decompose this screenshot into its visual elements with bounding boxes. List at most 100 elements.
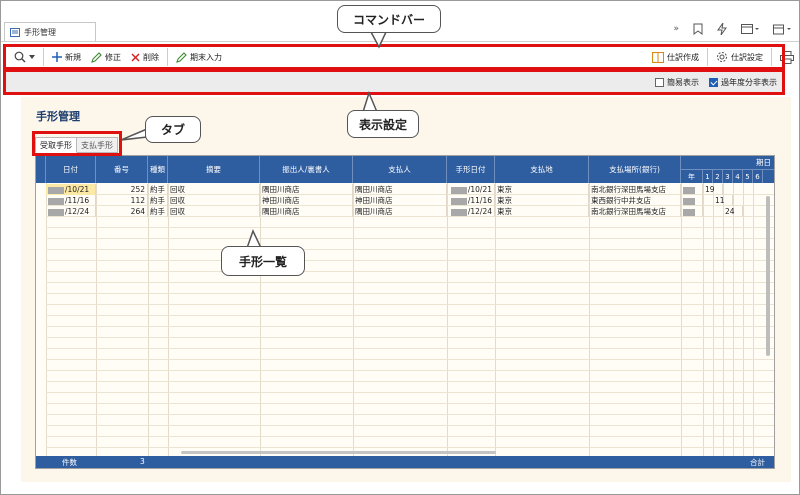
bookmark-icon[interactable] xyxy=(693,23,703,35)
cell-date: /11/16 xyxy=(46,195,96,206)
col-due-3: 3 xyxy=(723,170,733,183)
tab-receivable-bills[interactable]: 受取手形 xyxy=(35,137,77,153)
bill-list-table: 日付 番号 種類 摘要 振出人/裏書人 支払人 手形日付 支払地 支払場所(銀行… xyxy=(35,155,775,469)
col-due-4: 4 xyxy=(733,170,743,183)
col-due-2: 2 xyxy=(713,170,723,183)
delete-label: 削除 xyxy=(143,52,159,62)
masked-year xyxy=(683,197,695,205)
window-tools: » xyxy=(673,23,791,35)
cell-pay-location: 東西銀行中井支店 xyxy=(589,195,681,206)
tab-payable-bills[interactable]: 支払手形 xyxy=(77,137,118,153)
command-bar: 新規 修正 削除 期末入力 仕訳作成 仕訳設定 xyxy=(1,45,799,69)
print-button[interactable] xyxy=(775,47,799,67)
cell-due-year xyxy=(681,184,703,195)
edit-button[interactable]: 修正 xyxy=(86,47,126,67)
journal-create-label: 仕訳作成 xyxy=(667,52,699,62)
hide-past-years-checkbox[interactable]: 過年度分非表示 xyxy=(709,77,777,88)
cell-pay-place: 東京 xyxy=(495,195,589,206)
cell-bill-date: /10/21 xyxy=(447,184,495,195)
toolbar-separator xyxy=(707,48,708,66)
toolbar-separator xyxy=(43,48,44,66)
cell-number: 252 xyxy=(96,184,148,195)
toolbar-separator xyxy=(167,48,168,66)
simple-display-label: 簡易表示 xyxy=(667,77,699,87)
close-icon xyxy=(131,53,140,62)
cell-date-text: /11/16 xyxy=(65,196,90,205)
cell-summary: 回収 xyxy=(168,195,260,206)
cell-due-day: 24 xyxy=(723,206,743,217)
col-payer[interactable]: 支払人 xyxy=(353,156,447,183)
masked-year xyxy=(683,208,695,216)
delete-button[interactable]: 削除 xyxy=(126,47,164,67)
col-pay-location[interactable]: 支払場所(銀行) xyxy=(589,156,681,183)
cell-kind: 約手 xyxy=(148,184,168,195)
journal-settings-button[interactable]: 仕訳設定 xyxy=(711,47,768,67)
title-divider xyxy=(1,41,799,42)
calendar-icon[interactable] xyxy=(773,24,791,35)
pencil-icon xyxy=(176,51,187,63)
tab-strip: 受取手形 支払手形 xyxy=(35,137,118,153)
col-bill-date[interactable]: 手形日付 xyxy=(447,156,495,183)
cell-due-day: 19 xyxy=(703,184,723,195)
col-due[interactable]: 期日 xyxy=(681,156,774,170)
horizontal-scrollbar[interactable] xyxy=(181,451,496,454)
simple-display-box[interactable] xyxy=(655,77,664,87)
vertical-scrollbar[interactable] xyxy=(766,196,770,356)
cell-kind: 約手 xyxy=(148,195,168,206)
masked-year xyxy=(450,208,467,216)
col-kind[interactable]: 種類 xyxy=(148,156,168,183)
new-label: 新規 xyxy=(65,52,81,62)
count-label: 件数 xyxy=(62,458,77,467)
col-due-1: 1 xyxy=(703,170,713,183)
table-row[interactable]: /11/16 112 約手 回収 神田川商店 神田川商店 /11/16 東京 東… xyxy=(36,195,774,206)
new-button[interactable]: 新規 xyxy=(47,47,86,67)
page-title: 手形管理 xyxy=(36,110,80,123)
cell-due-year xyxy=(681,206,703,217)
lightning-icon[interactable] xyxy=(717,23,727,35)
period-end-button[interactable]: 期末入力 xyxy=(171,47,227,67)
table-row[interactable]: /12/24 264 約手 回収 隅田川商店 隅田川商店 /12/24 東京 南… xyxy=(36,206,774,217)
col-due-6: 6 xyxy=(753,170,763,183)
window-tab[interactable]: 手形管理 xyxy=(4,22,96,42)
window-tab-title: 手形管理 xyxy=(24,28,56,37)
cell-bill-date-text: /12/24 xyxy=(467,207,492,216)
callout-display-settings: 表示設定 xyxy=(347,110,419,138)
col-number[interactable]: 番号 xyxy=(96,156,148,183)
callout-command-bar: コマンドバー xyxy=(337,5,441,33)
cell-due-year xyxy=(681,195,703,206)
period-end-label: 期末入力 xyxy=(190,52,222,62)
list-icon xyxy=(10,28,20,37)
journal-create-button[interactable]: 仕訳作成 xyxy=(647,47,704,67)
cell-date: /10/21 xyxy=(46,184,96,195)
book-icon xyxy=(652,51,664,63)
simple-display-checkbox[interactable]: 簡易表示 xyxy=(655,77,699,88)
display-settings-bar: 簡易表示 過年度分非表示 xyxy=(3,71,785,93)
window-layout-icon[interactable] xyxy=(741,23,759,35)
row-selector-header xyxy=(36,156,46,183)
col-date[interactable]: 日付 xyxy=(46,156,96,183)
gear-icon xyxy=(716,51,728,63)
overflow-chevron-icon[interactable]: » xyxy=(673,24,679,34)
cell-number: 264 xyxy=(96,206,148,217)
masked-year xyxy=(450,197,467,205)
masked-year xyxy=(683,186,695,194)
cell-kind: 約手 xyxy=(148,206,168,217)
count-value: 3 xyxy=(140,457,145,466)
cell-bill-date-text: /11/16 xyxy=(467,196,492,205)
cell-due-day: 11 xyxy=(713,195,733,206)
hide-past-years-box[interactable] xyxy=(709,77,718,87)
cell-summary: 回収 xyxy=(168,184,260,195)
journal-settings-label: 仕訳設定 xyxy=(731,52,763,62)
cell-date: /12/24 xyxy=(46,206,96,217)
cell-pay-location: 南北銀行深田馬場支店 xyxy=(589,184,681,195)
col-issuer[interactable]: 振出人/裏書人 xyxy=(260,156,353,183)
table-row[interactable]: /10/21 252 約手 回収 隅田川商店 隅田川商店 /10/21 東京 南… xyxy=(36,184,774,195)
masked-year xyxy=(450,186,467,194)
col-pay-place[interactable]: 支払地 xyxy=(495,156,589,183)
hide-past-years-label: 過年度分非表示 xyxy=(721,77,777,87)
callout-tab: タブ xyxy=(145,116,201,143)
total-label: 合計 xyxy=(750,458,765,467)
cell-issuer: 隅田川商店 xyxy=(260,184,353,195)
col-summary[interactable]: 摘要 xyxy=(168,156,260,183)
search-button[interactable] xyxy=(9,47,40,67)
